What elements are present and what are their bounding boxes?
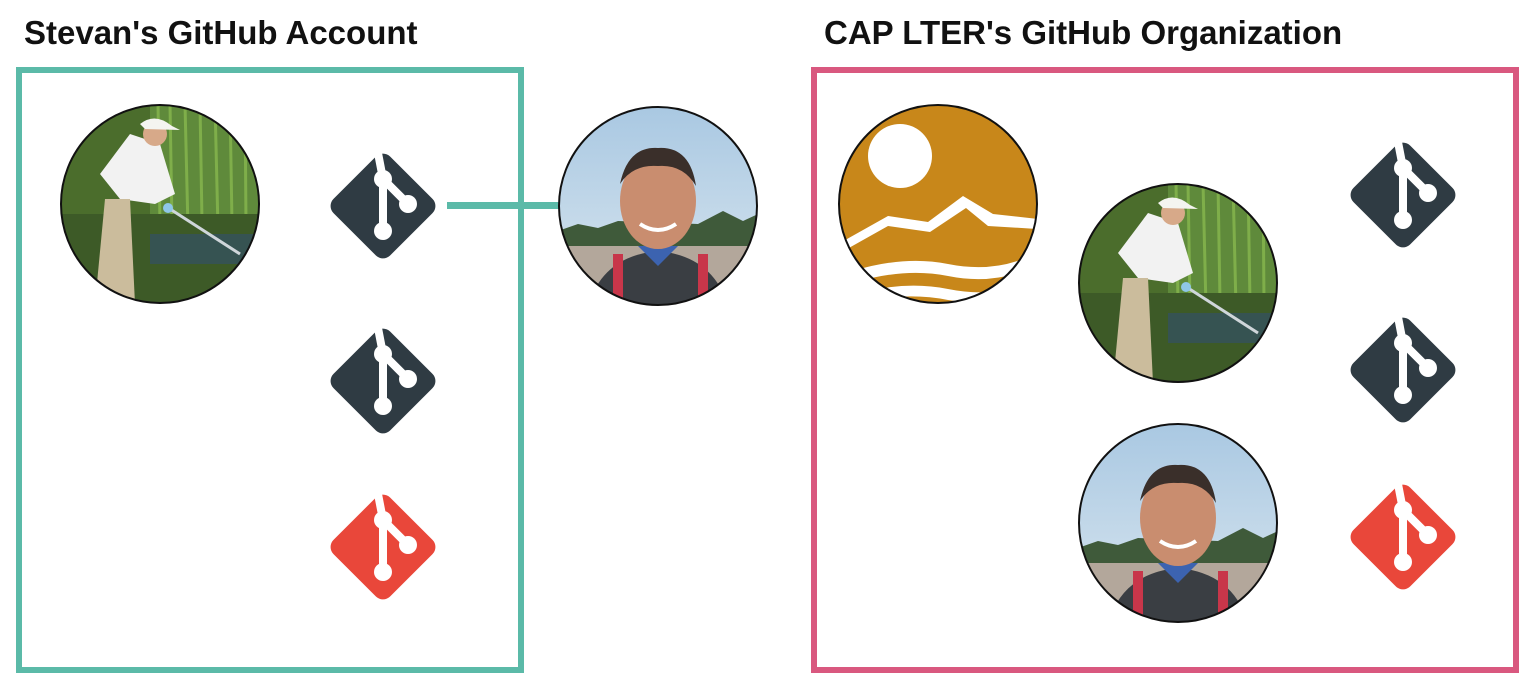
left-panel-title: Stevan's GitHub Account — [24, 14, 418, 51]
collaborator-connector — [447, 202, 562, 209]
cap-lter-logo-icon — [838, 104, 1038, 304]
git-logo-icon — [1338, 130, 1468, 260]
git-logo-icon — [1338, 305, 1468, 435]
git-logo-icon — [1338, 472, 1468, 602]
member-field-photo-avatar-icon — [1078, 183, 1278, 383]
git-logo-icon — [318, 316, 448, 446]
portrait-photo-avatar-icon — [558, 106, 758, 306]
git-logo-icon — [318, 482, 448, 612]
member-portrait-photo-avatar-icon — [1078, 423, 1278, 623]
right-panel-title: CAP LTER's GitHub Organization — [824, 14, 1343, 51]
git-logo-icon — [318, 141, 448, 271]
field-photo-avatar-icon — [60, 104, 260, 304]
